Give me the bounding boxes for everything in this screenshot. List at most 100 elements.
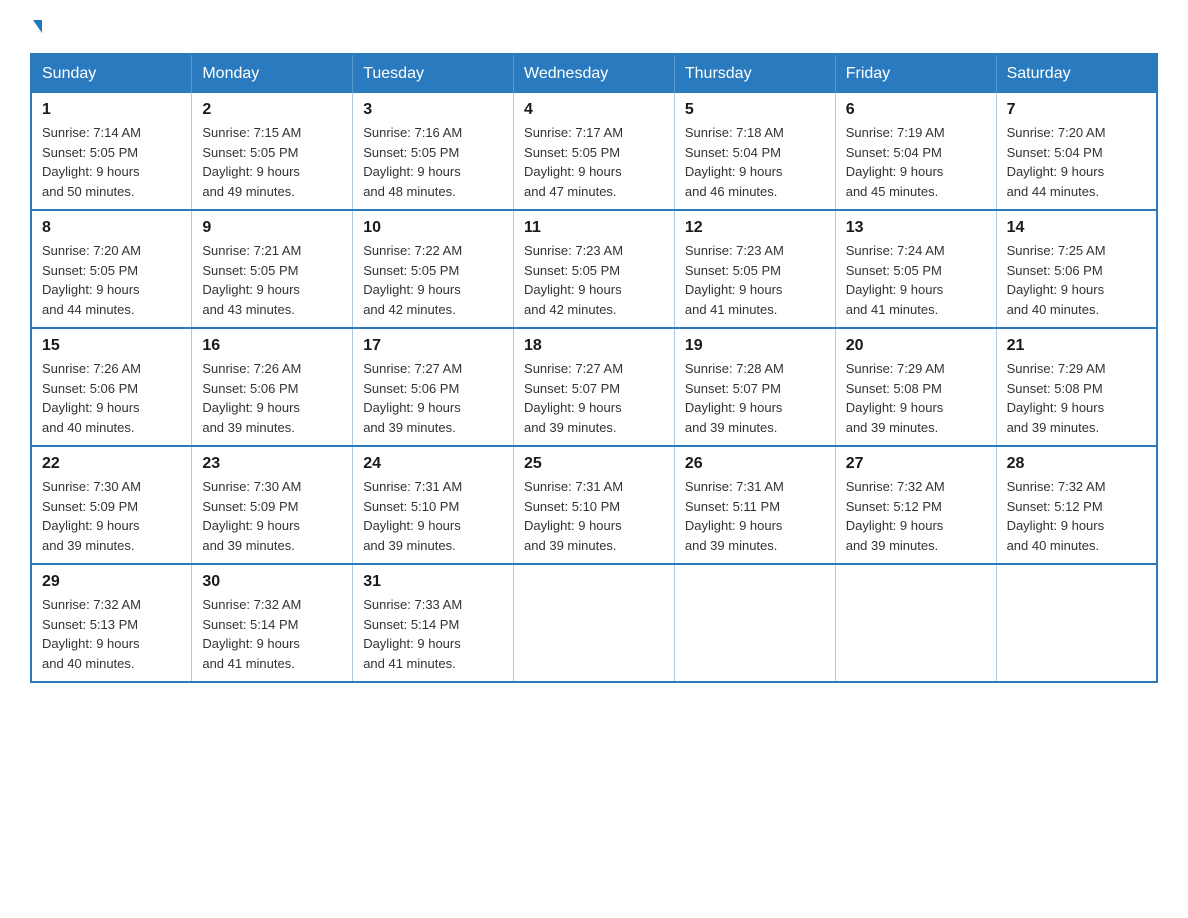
day-info: Sunrise: 7:20 AMSunset: 5:04 PMDaylight:… [1007, 125, 1106, 199]
col-header-friday: Friday [835, 54, 996, 93]
day-info: Sunrise: 7:26 AMSunset: 5:06 PMDaylight:… [42, 361, 141, 435]
day-number: 9 [202, 219, 342, 237]
col-header-saturday: Saturday [996, 54, 1157, 93]
calendar-cell: 11 Sunrise: 7:23 AMSunset: 5:05 PMDaylig… [514, 210, 675, 328]
day-number: 3 [363, 101, 503, 119]
day-info: Sunrise: 7:30 AMSunset: 5:09 PMDaylight:… [202, 479, 301, 553]
calendar-cell: 20 Sunrise: 7:29 AMSunset: 5:08 PMDaylig… [835, 328, 996, 446]
day-info: Sunrise: 7:14 AMSunset: 5:05 PMDaylight:… [42, 125, 141, 199]
day-number: 31 [363, 573, 503, 591]
day-info: Sunrise: 7:29 AMSunset: 5:08 PMDaylight:… [846, 361, 945, 435]
calendar-cell: 25 Sunrise: 7:31 AMSunset: 5:10 PMDaylig… [514, 446, 675, 564]
day-info: Sunrise: 7:16 AMSunset: 5:05 PMDaylight:… [363, 125, 462, 199]
day-info: Sunrise: 7:27 AMSunset: 5:07 PMDaylight:… [524, 361, 623, 435]
calendar-cell: 5 Sunrise: 7:18 AMSunset: 5:04 PMDayligh… [674, 93, 835, 210]
day-number: 18 [524, 337, 664, 355]
logo [30, 20, 42, 33]
calendar-cell: 4 Sunrise: 7:17 AMSunset: 5:05 PMDayligh… [514, 93, 675, 210]
day-info: Sunrise: 7:25 AMSunset: 5:06 PMDaylight:… [1007, 243, 1106, 317]
day-info: Sunrise: 7:31 AMSunset: 5:11 PMDaylight:… [685, 479, 784, 553]
day-number: 30 [202, 573, 342, 591]
calendar-cell: 26 Sunrise: 7:31 AMSunset: 5:11 PMDaylig… [674, 446, 835, 564]
day-number: 29 [42, 573, 181, 591]
day-number: 25 [524, 455, 664, 473]
day-number: 17 [363, 337, 503, 355]
calendar-cell: 15 Sunrise: 7:26 AMSunset: 5:06 PMDaylig… [31, 328, 192, 446]
calendar-cell: 17 Sunrise: 7:27 AMSunset: 5:06 PMDaylig… [353, 328, 514, 446]
day-info: Sunrise: 7:24 AMSunset: 5:05 PMDaylight:… [846, 243, 945, 317]
logo-arrow-icon [33, 20, 42, 33]
day-number: 28 [1007, 455, 1146, 473]
day-info: Sunrise: 7:19 AMSunset: 5:04 PMDaylight:… [846, 125, 945, 199]
day-info: Sunrise: 7:32 AMSunset: 5:12 PMDaylight:… [1007, 479, 1106, 553]
calendar-cell: 23 Sunrise: 7:30 AMSunset: 5:09 PMDaylig… [192, 446, 353, 564]
day-number: 2 [202, 101, 342, 119]
day-number: 24 [363, 455, 503, 473]
day-number: 7 [1007, 101, 1146, 119]
calendar-cell: 29 Sunrise: 7:32 AMSunset: 5:13 PMDaylig… [31, 564, 192, 682]
calendar-cell: 9 Sunrise: 7:21 AMSunset: 5:05 PMDayligh… [192, 210, 353, 328]
day-number: 15 [42, 337, 181, 355]
calendar-cell: 3 Sunrise: 7:16 AMSunset: 5:05 PMDayligh… [353, 93, 514, 210]
day-info: Sunrise: 7:30 AMSunset: 5:09 PMDaylight:… [42, 479, 141, 553]
day-info: Sunrise: 7:31 AMSunset: 5:10 PMDaylight:… [524, 479, 623, 553]
page-header [30, 20, 1158, 33]
day-info: Sunrise: 7:32 AMSunset: 5:13 PMDaylight:… [42, 597, 141, 671]
logo-blue [30, 20, 42, 33]
calendar-header-row: SundayMondayTuesdayWednesdayThursdayFrid… [31, 54, 1157, 93]
day-info: Sunrise: 7:22 AMSunset: 5:05 PMDaylight:… [363, 243, 462, 317]
calendar-cell: 30 Sunrise: 7:32 AMSunset: 5:14 PMDaylig… [192, 564, 353, 682]
day-number: 12 [685, 219, 825, 237]
day-number: 6 [846, 101, 986, 119]
day-number: 5 [685, 101, 825, 119]
calendar-cell: 28 Sunrise: 7:32 AMSunset: 5:12 PMDaylig… [996, 446, 1157, 564]
col-header-monday: Monday [192, 54, 353, 93]
col-header-wednesday: Wednesday [514, 54, 675, 93]
day-number: 14 [1007, 219, 1146, 237]
calendar-cell: 13 Sunrise: 7:24 AMSunset: 5:05 PMDaylig… [835, 210, 996, 328]
calendar-cell: 21 Sunrise: 7:29 AMSunset: 5:08 PMDaylig… [996, 328, 1157, 446]
day-number: 10 [363, 219, 503, 237]
day-info: Sunrise: 7:20 AMSunset: 5:05 PMDaylight:… [42, 243, 141, 317]
calendar-cell: 7 Sunrise: 7:20 AMSunset: 5:04 PMDayligh… [996, 93, 1157, 210]
calendar-table: SundayMondayTuesdayWednesdayThursdayFrid… [30, 53, 1158, 683]
day-info: Sunrise: 7:27 AMSunset: 5:06 PMDaylight:… [363, 361, 462, 435]
calendar-cell: 14 Sunrise: 7:25 AMSunset: 5:06 PMDaylig… [996, 210, 1157, 328]
day-number: 27 [846, 455, 986, 473]
calendar-cell [835, 564, 996, 682]
calendar-cell: 31 Sunrise: 7:33 AMSunset: 5:14 PMDaylig… [353, 564, 514, 682]
calendar-cell [674, 564, 835, 682]
day-info: Sunrise: 7:23 AMSunset: 5:05 PMDaylight:… [524, 243, 623, 317]
day-number: 19 [685, 337, 825, 355]
calendar-week-row: 29 Sunrise: 7:32 AMSunset: 5:13 PMDaylig… [31, 564, 1157, 682]
calendar-cell: 12 Sunrise: 7:23 AMSunset: 5:05 PMDaylig… [674, 210, 835, 328]
calendar-cell [996, 564, 1157, 682]
day-number: 1 [42, 101, 181, 119]
calendar-week-row: 15 Sunrise: 7:26 AMSunset: 5:06 PMDaylig… [31, 328, 1157, 446]
day-info: Sunrise: 7:32 AMSunset: 5:12 PMDaylight:… [846, 479, 945, 553]
day-info: Sunrise: 7:18 AMSunset: 5:04 PMDaylight:… [685, 125, 784, 199]
day-info: Sunrise: 7:26 AMSunset: 5:06 PMDaylight:… [202, 361, 301, 435]
day-number: 11 [524, 219, 664, 237]
day-info: Sunrise: 7:33 AMSunset: 5:14 PMDaylight:… [363, 597, 462, 671]
calendar-cell: 16 Sunrise: 7:26 AMSunset: 5:06 PMDaylig… [192, 328, 353, 446]
calendar-week-row: 1 Sunrise: 7:14 AMSunset: 5:05 PMDayligh… [31, 93, 1157, 210]
calendar-cell: 24 Sunrise: 7:31 AMSunset: 5:10 PMDaylig… [353, 446, 514, 564]
calendar-cell: 2 Sunrise: 7:15 AMSunset: 5:05 PMDayligh… [192, 93, 353, 210]
calendar-cell: 19 Sunrise: 7:28 AMSunset: 5:07 PMDaylig… [674, 328, 835, 446]
day-info: Sunrise: 7:15 AMSunset: 5:05 PMDaylight:… [202, 125, 301, 199]
calendar-week-row: 22 Sunrise: 7:30 AMSunset: 5:09 PMDaylig… [31, 446, 1157, 564]
day-info: Sunrise: 7:28 AMSunset: 5:07 PMDaylight:… [685, 361, 784, 435]
col-header-tuesday: Tuesday [353, 54, 514, 93]
day-number: 22 [42, 455, 181, 473]
day-info: Sunrise: 7:32 AMSunset: 5:14 PMDaylight:… [202, 597, 301, 671]
calendar-cell: 22 Sunrise: 7:30 AMSunset: 5:09 PMDaylig… [31, 446, 192, 564]
calendar-week-row: 8 Sunrise: 7:20 AMSunset: 5:05 PMDayligh… [31, 210, 1157, 328]
day-number: 8 [42, 219, 181, 237]
calendar-cell: 6 Sunrise: 7:19 AMSunset: 5:04 PMDayligh… [835, 93, 996, 210]
day-number: 16 [202, 337, 342, 355]
day-number: 20 [846, 337, 986, 355]
day-number: 13 [846, 219, 986, 237]
calendar-cell: 8 Sunrise: 7:20 AMSunset: 5:05 PMDayligh… [31, 210, 192, 328]
calendar-cell [514, 564, 675, 682]
